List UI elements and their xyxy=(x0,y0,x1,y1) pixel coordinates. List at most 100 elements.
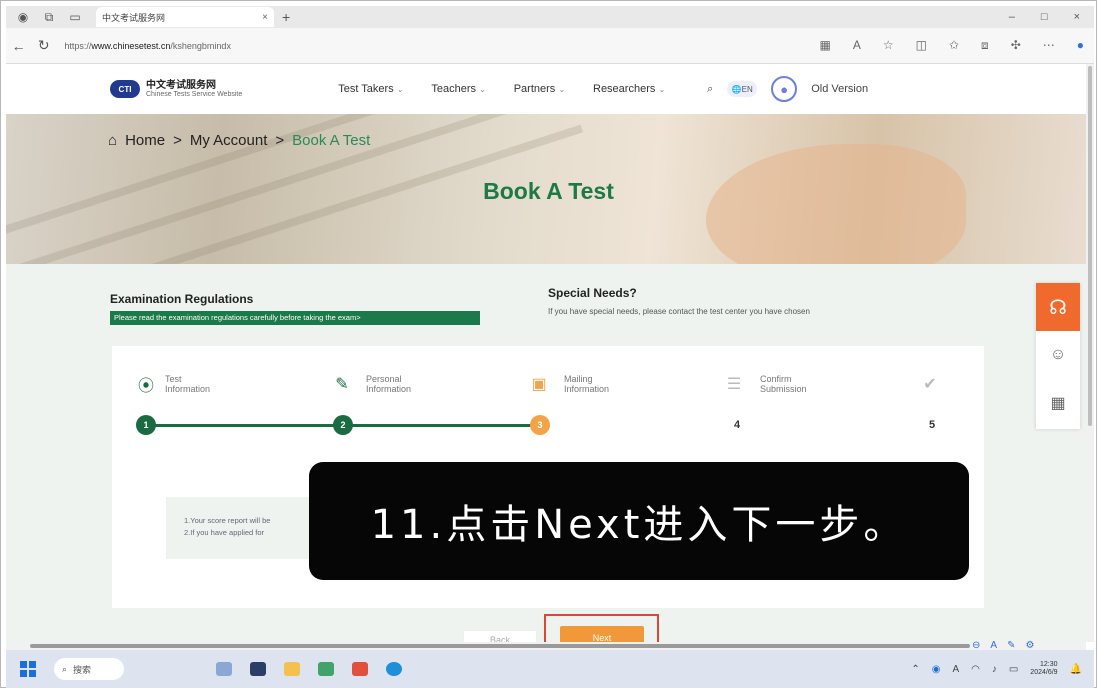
url-path: /kshengbmindx xyxy=(170,40,231,51)
chevron-up-icon[interactable]: ⌃ xyxy=(911,664,919,675)
collections-icon[interactable]: ⧈ xyxy=(981,38,989,53)
logo-cn-text: 中文考试服务网 xyxy=(146,79,216,91)
more-icon[interactable]: ⋯ xyxy=(1043,38,1055,53)
chat-icon[interactable]: ☺ xyxy=(1036,331,1080,379)
breadcrumb-my-account[interactable]: My Account xyxy=(190,132,268,149)
window-controls: – □ × xyxy=(1009,11,1094,23)
clock[interactable]: 12:30 2024/6/9 xyxy=(1030,661,1057,677)
main-nav: Test Takers ⌄ Teachers ⌄ Partners ⌄ Researc… xyxy=(338,83,665,95)
step-label-test-information: Test Information xyxy=(165,374,211,395)
volume-icon[interactable]: ♪ xyxy=(992,664,997,675)
mailing-image-icon: ▣ xyxy=(531,376,547,393)
taskbar: ⌕ 搜索 ⌃ ◉ A ◠ ♪ ▭ 12:30 2024/6/9 🔔 xyxy=(6,650,1094,688)
user-avatar-icon[interactable]: ● xyxy=(771,76,798,102)
step-dot-1: 1 xyxy=(136,415,156,435)
url-host: www.chinesetest.cn xyxy=(91,40,171,51)
chevron-down-icon: ⌄ xyxy=(479,84,486,94)
tab-title: 中文考试服务网 xyxy=(102,12,166,23)
browser-toolbar-icons: ▦ A ☆ ◫ ✩ ⧈ ✣ ⋯ ● xyxy=(820,38,1094,53)
split-screen-icon[interactable]: ◫ xyxy=(916,38,927,53)
nav-item-partners[interactable]: Partners ⌄ xyxy=(514,83,565,95)
browser-tab[interactable]: 中文考试服务网 × xyxy=(96,7,274,27)
logo-mark: CTI xyxy=(110,80,140,98)
regulations-link[interactable]: Please read the examination regulations … xyxy=(110,311,480,325)
site-logo[interactable]: CTI 中文考试服务网 Chinese Tests Service Websit… xyxy=(110,80,242,99)
wifi-icon[interactable]: ◠ xyxy=(971,664,980,675)
step-dot-2: 2 xyxy=(333,415,353,435)
tutorial-caption: 11.点击Next进入下一步。 xyxy=(309,462,969,580)
taskbar-apps xyxy=(216,662,402,676)
nav-item-researchers[interactable]: Researchers ⌄ xyxy=(593,83,665,95)
close-window-button[interactable]: × xyxy=(1074,11,1080,23)
battery-icon[interactable]: ▭ xyxy=(1009,664,1018,675)
edge-icon[interactable] xyxy=(386,662,402,676)
breadcrumb-current: Book A Test xyxy=(292,132,371,149)
breadcrumb-home[interactable]: Home xyxy=(125,132,165,149)
search-icon: ⌕ xyxy=(62,663,68,674)
windows-start-icon[interactable] xyxy=(20,661,36,677)
read-aloud-icon[interactable]: A xyxy=(853,38,861,53)
breadcrumb-separator: > xyxy=(275,132,285,149)
notification-bell-icon[interactable]: 🔔 xyxy=(1070,664,1082,675)
tab-close-icon[interactable]: × xyxy=(262,12,268,23)
personal-form-icon: ✎ xyxy=(335,376,349,393)
url-field[interactable]: https:// www.chinesetest.cn /kshengbmind… xyxy=(64,34,819,58)
nav-item-teachers[interactable]: Teachers ⌄ xyxy=(431,83,485,95)
confirm-list-icon: ☰ xyxy=(726,376,742,393)
favorites-icon[interactable]: ✩ xyxy=(949,38,959,53)
back-arrow-icon[interactable]: ← xyxy=(6,38,31,54)
workspaces-icon[interactable]: ⧉ xyxy=(40,8,58,26)
profile-icon[interactable]: ◉ xyxy=(14,8,32,26)
wps-icon[interactable] xyxy=(352,662,368,676)
refresh-icon[interactable]: ↻ xyxy=(31,37,56,54)
check-mark-icon: ✔ xyxy=(923,376,937,393)
page-title: Book A Test xyxy=(483,178,614,204)
breadcrumb-separator: > xyxy=(173,132,182,149)
extensions-icon[interactable]: ✣ xyxy=(1011,38,1021,53)
maximize-button[interactable]: □ xyxy=(1041,11,1048,23)
search-icon[interactable]: ⌕ xyxy=(707,83,713,96)
regulations-title: Examination Regulations xyxy=(110,292,254,306)
breadcrumb: ⌂ Home > My Account > Book A Test xyxy=(108,132,370,149)
qr-code-icon[interactable]: ▦ xyxy=(1036,379,1080,427)
tray-app-icon[interactable]: ◉ xyxy=(932,664,941,675)
notice-box: 1.Your score report will be 2.If you hav… xyxy=(166,497,326,559)
special-needs-title: Special Needs? xyxy=(548,286,637,300)
step-label-confirm-submission: Confirm Submission xyxy=(760,374,807,395)
system-tray: ⌃ ◉ A ◠ ♪ ▭ 12:30 2024/6/9 🔔 xyxy=(911,661,1094,677)
new-tab-button[interactable]: + xyxy=(282,9,290,25)
browser-tab-strip: ◉ ⧉ ▭ 中文考试服务网 × + – □ × xyxy=(6,6,1094,28)
minimize-button[interactable]: – xyxy=(1009,11,1015,23)
old-version-link[interactable]: Old Version xyxy=(811,83,868,95)
chevron-down-icon: ⌄ xyxy=(658,84,666,94)
step-dot-3: 3 xyxy=(530,415,550,435)
language-switch[interactable]: 🌐 EN xyxy=(727,81,758,97)
special-needs-text: If you have special needs, please contac… xyxy=(548,307,810,316)
logo-en-text: Chinese Tests Service Website xyxy=(146,90,243,98)
app-icon-4[interactable] xyxy=(318,662,334,676)
floating-side-toolbar: ☊ ☺ ▦ xyxy=(1036,283,1080,429)
notice-line-2: 2.If you have applied for xyxy=(184,528,265,537)
taskbar-search[interactable]: ⌕ 搜索 xyxy=(54,658,124,680)
notice-line-1: 1.Your score report will be xyxy=(184,516,271,525)
favorite-star-icon[interactable]: ☆ xyxy=(883,38,894,53)
header-tools: ⌕ 🌐 EN ● Old Version xyxy=(707,76,868,102)
chevron-down-icon: ⌄ xyxy=(396,84,404,94)
url-prefix: https:// xyxy=(64,40,92,51)
tab-actions-icon[interactable]: ▭ xyxy=(66,8,84,26)
step-dot-4: 4 xyxy=(733,419,741,431)
nav-item-test-takers[interactable]: Test Takers ⌄ xyxy=(338,83,403,95)
grid-icon[interactable]: ▦ xyxy=(820,38,831,53)
vertical-scroll-thumb[interactable] xyxy=(1088,66,1092,426)
location-pin-icon: ⦿ xyxy=(137,378,154,395)
input-method-icon[interactable]: A xyxy=(952,664,959,675)
step-dot-5: 5 xyxy=(928,419,936,431)
chevron-down-icon: ⌄ xyxy=(558,84,565,94)
copilot-icon[interactable]: ● xyxy=(1077,38,1084,53)
customer-service-icon[interactable]: ☊ xyxy=(1036,283,1080,331)
horizontal-scroll-thumb[interactable] xyxy=(30,644,970,648)
app-icon-2[interactable] xyxy=(250,662,266,676)
app-icon-1[interactable] xyxy=(216,662,232,676)
home-icon[interactable]: ⌂ xyxy=(108,132,117,149)
file-explorer-icon[interactable] xyxy=(284,662,300,676)
